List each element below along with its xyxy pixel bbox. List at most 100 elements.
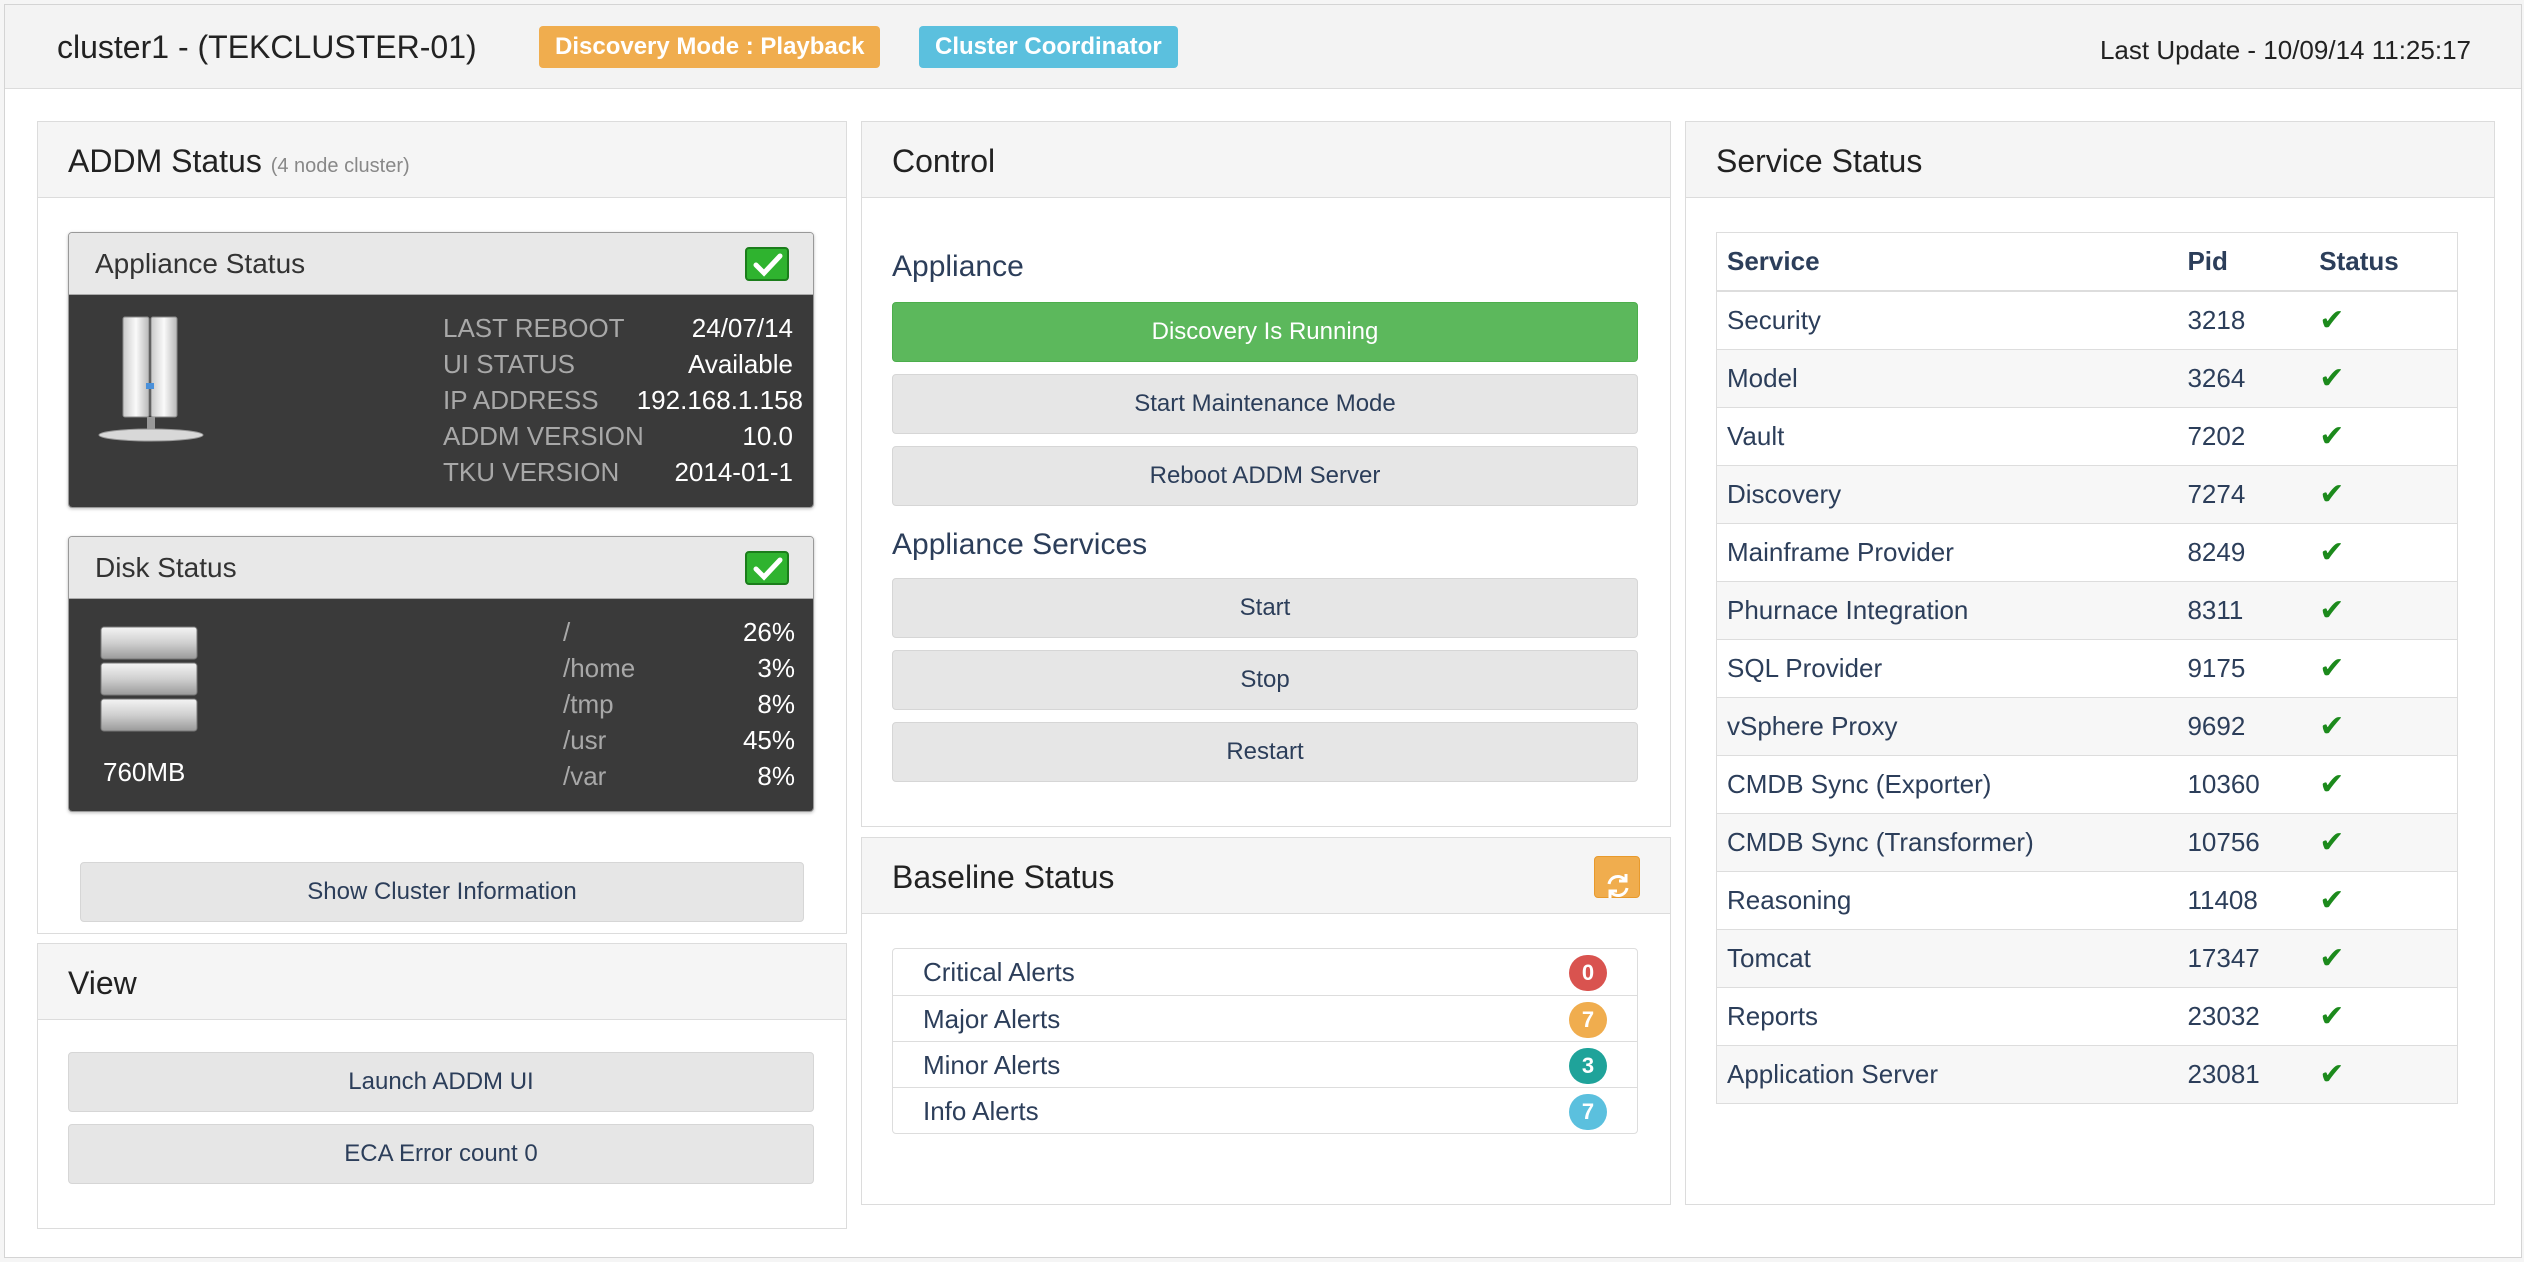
baseline-status-panel: Baseline Status Critical Alerts 0 Major … — [861, 837, 1671, 1205]
appliance-status-box: Appliance Status LAST REBOOT 24/07/14 UI… — [68, 232, 814, 508]
alert-row-major[interactable]: Major Alerts 7 — [893, 995, 1637, 1041]
table-row: SQL Provider 9175 ✔ — [1717, 638, 2457, 697]
disk-status-body: 760MB /26% /home 3% /tmp 8% /usr 45% /var 8% — [69, 599, 813, 811]
check-icon: ✔ — [2319, 767, 2345, 801]
service-pid: 8311 — [2177, 580, 2310, 639]
kv-tku-version: TKU VERSION 2014-01-1 — [443, 457, 793, 487]
restart-services-button[interactable]: Restart — [892, 722, 1638, 782]
table-row: Security 3218 ✔ — [1717, 290, 2457, 349]
service-pid: 7202 — [2177, 406, 2310, 465]
service-name: Vault — [1717, 406, 2178, 465]
check-icon: ✔ — [2319, 883, 2345, 917]
disk-kv-list: /26% /home 3% /tmp 8% /usr 45% /var 8% — [563, 617, 795, 807]
check-icon: ✔ — [2319, 593, 2345, 627]
check-icon — [745, 247, 789, 281]
kv-last-reboot: LAST REBOOT 24/07/14 — [443, 313, 793, 343]
service-status: ✔ — [2309, 696, 2457, 755]
service-name: CMDB Sync (Transformer) — [1717, 812, 2178, 871]
service-pid: 7274 — [2177, 464, 2310, 523]
service-pid: 10360 — [2177, 754, 2310, 813]
service-status: ✔ — [2309, 1044, 2457, 1103]
table-row: Tomcat 17347 ✔ — [1717, 928, 2457, 987]
kv-root: /26% — [563, 617, 795, 647]
show-cluster-info-button[interactable]: Show Cluster Information — [80, 862, 804, 922]
check-icon: ✔ — [2319, 477, 2345, 511]
control-panel: Control Appliance Discovery Is Running S… — [861, 121, 1671, 827]
eca-error-count-button[interactable]: ECA Error count 0 — [68, 1124, 814, 1184]
check-icon: ✔ — [2319, 419, 2345, 453]
baseline-title: Baseline Status — [892, 859, 1115, 895]
appliance-services-label: Appliance Services — [892, 528, 1148, 561]
info-count-badge: 7 — [1569, 1094, 1607, 1130]
discovery-mode-badge: Discovery Mode : Playback — [539, 26, 881, 68]
table-row: Reports 23032 ✔ — [1717, 986, 2457, 1045]
launch-addm-ui-button[interactable]: Launch ADDM UI — [68, 1052, 814, 1112]
start-maintenance-mode-button[interactable]: Start Maintenance Mode — [892, 374, 1638, 434]
reboot-addm-server-button[interactable]: Reboot ADDM Server — [892, 446, 1638, 506]
kv-tmp: /tmp 8% — [563, 689, 795, 719]
appliance-status-title: Appliance Status — [95, 248, 306, 279]
view-heading: View — [38, 944, 846, 1020]
service-pid: 11408 — [2177, 870, 2310, 929]
service-name: Application Server — [1717, 1044, 2178, 1103]
service-pid: 9175 — [2177, 638, 2310, 697]
service-name: CMDB Sync (Exporter) — [1717, 754, 2178, 813]
major-count-badge: 7 — [1569, 1002, 1607, 1038]
check-icon: ✔ — [2319, 1057, 2345, 1091]
table-row: Model 3264 ✔ — [1717, 348, 2457, 407]
alert-row-critical[interactable]: Critical Alerts 0 — [893, 949, 1637, 995]
kv-home: /home 3% — [563, 653, 795, 683]
discovery-running-button[interactable]: Discovery Is Running — [892, 302, 1638, 362]
stop-services-button[interactable]: Stop — [892, 650, 1638, 710]
disk-status-box: Disk Status 760MB / 26% /home 3% /tmp 8%… — [68, 536, 814, 812]
service-name: Reports — [1717, 986, 2178, 1045]
kv-ui-status: UI STATUS Available — [443, 349, 793, 379]
addm-status-panel: ADDM Status (4 node cluster) Appliance S… — [37, 121, 847, 934]
service-name: Tomcat — [1717, 928, 2178, 987]
service-name: Phurnace Integration — [1717, 580, 2178, 639]
check-icon: ✔ — [2319, 361, 2345, 395]
alert-row-info[interactable]: Info Alerts 7 — [893, 1087, 1637, 1133]
check-icon: ✔ — [2319, 651, 2345, 685]
dashboard-frame: cluster1 - (TEKCLUSTER-01) Discovery Mod… — [4, 4, 2522, 1258]
service-pid: 8249 — [2177, 522, 2310, 581]
check-icon: ✔ — [2319, 825, 2345, 859]
col-status: Status — [2309, 233, 2457, 292]
check-icon: ✔ — [2319, 941, 2345, 975]
disk-size-label: 760MB — [103, 757, 186, 787]
view-panel: View Launch ADDM UI ECA Error count 0 — [37, 943, 847, 1229]
control-heading: Control — [862, 122, 1670, 198]
check-icon: ✔ — [2319, 303, 2345, 337]
service-name: vSphere Proxy — [1717, 696, 2178, 755]
service-pid: 23081 — [2177, 1044, 2310, 1103]
check-icon — [745, 551, 789, 585]
service-pid: 9692 — [2177, 696, 2310, 755]
alert-row-minor[interactable]: Minor Alerts 3 — [893, 1041, 1637, 1087]
table-row: Application Server 23081 ✔ — [1717, 1044, 2457, 1103]
service-name: Reasoning — [1717, 870, 2178, 929]
check-icon: ✔ — [2319, 709, 2345, 743]
top-bar: cluster1 - (TEKCLUSTER-01) Discovery Mod… — [5, 5, 2521, 89]
service-status: ✔ — [2309, 638, 2457, 697]
refresh-icon[interactable] — [1594, 856, 1640, 898]
check-icon: ✔ — [2319, 535, 2345, 569]
start-services-button[interactable]: Start — [892, 578, 1638, 638]
appliance-section-label: Appliance — [892, 250, 1024, 283]
addm-status-title: ADDM Status — [68, 143, 262, 179]
service-table-header: Service Pid Status — [1717, 233, 2457, 292]
last-update: Last Update - 10/09/14 11:25:17 — [2099, 35, 2471, 65]
service-status: ✔ — [2309, 754, 2457, 813]
table-row: vSphere Proxy 9692 ✔ — [1717, 696, 2457, 755]
service-status: ✔ — [2309, 464, 2457, 523]
baseline-heading: Baseline Status — [862, 838, 1670, 914]
col-pid: Pid — [2177, 233, 2310, 292]
table-row: Reasoning 11408 ✔ — [1717, 870, 2457, 929]
table-row: Mainframe Provider 8249 ✔ — [1717, 522, 2457, 581]
appliance-status-body: LAST REBOOT 24/07/14 UI STATUS Available I… — [69, 295, 813, 507]
cluster-title: cluster1 - (TEKCLUSTER-01) — [57, 29, 477, 65]
table-row: Discovery 7274 ✔ — [1717, 464, 2457, 523]
service-status: ✔ — [2309, 406, 2457, 465]
disk-status-title: Disk Status — [95, 552, 237, 583]
cluster-coordinator-badge: Cluster Coordinator — [919, 26, 1178, 68]
minor-count-badge: 3 — [1569, 1048, 1607, 1084]
